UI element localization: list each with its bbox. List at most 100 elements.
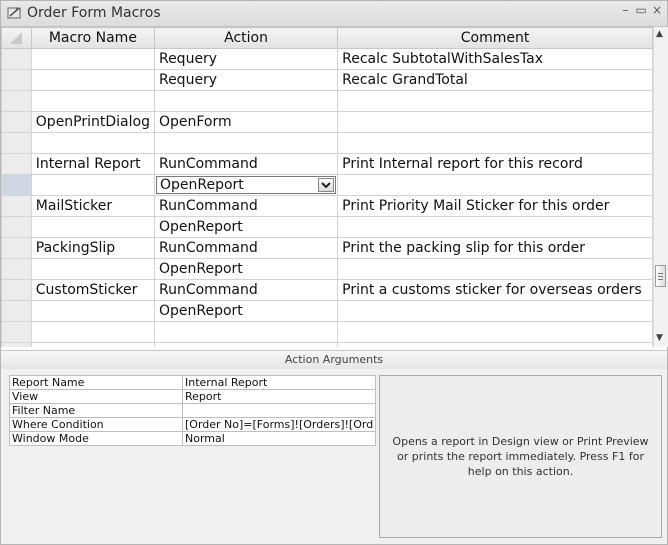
table-row: Internal Report RunCommand Print Interna… (1, 153, 653, 175)
argument-value-field[interactable] (181, 403, 377, 418)
argument-row: Where Condition [Order No]=[Forms]![Orde… (9, 417, 377, 432)
scroll-down-arrow-icon[interactable]: ▼ (656, 333, 663, 343)
table-row: OpenReport (1, 300, 653, 322)
macro-name-cell[interactable] (30, 342, 155, 347)
action-cell[interactable] (153, 321, 339, 343)
comment-cell[interactable]: Print the packing slip for this order (337, 237, 653, 259)
scroll-up-arrow-icon[interactable]: ▲ (656, 29, 663, 39)
row-selector[interactable] (1, 111, 32, 133)
action-cell[interactable]: RunCommand (153, 153, 339, 175)
argument-label: Window Mode (9, 431, 183, 446)
title-bar[interactable]: Order Form Macros – ▭ × (1, 1, 667, 27)
argument-value-field[interactable]: [Order No]=[Forms]![Orders]![Ord (181, 417, 377, 432)
action-cell[interactable]: RunCommand (153, 279, 339, 301)
macro-name-cell[interactable] (30, 258, 155, 280)
action-cell[interactable] (153, 342, 339, 347)
comment-cell[interactable] (337, 132, 653, 154)
action-cell[interactable] (153, 90, 339, 112)
table-row: OpenPrintDialog OpenForm (1, 111, 653, 133)
row-selector[interactable] (1, 216, 32, 238)
comment-cell[interactable]: Recalc GrandTotal (337, 69, 653, 91)
row-selector[interactable] (1, 279, 32, 301)
macro-table: Macro Name Action Comment Requery Recalc… (1, 27, 653, 347)
argument-value-field[interactable]: Normal (181, 431, 377, 446)
argument-label: Report Name (9, 375, 183, 390)
comment-cell[interactable]: Print a customs sticker for overseas ord… (337, 279, 653, 301)
action-cell[interactable]: OpenReport (153, 300, 339, 322)
macro-name-cell[interactable] (30, 300, 155, 322)
macro-name-cell[interactable]: CustomSticker (30, 279, 155, 301)
scrollbar-thumb[interactable] (655, 265, 666, 287)
action-dropdown[interactable]: OpenReport (155, 176, 337, 194)
dropdown-arrow-button[interactable] (318, 178, 335, 192)
table-row: MailSticker RunCommand Print Priority Ma… (1, 195, 653, 217)
action-cell[interactable] (153, 132, 339, 154)
argument-label: Where Condition (9, 417, 183, 432)
macro-name-cell[interactable] (30, 174, 155, 196)
comment-cell[interactable] (337, 300, 653, 322)
argument-row: Window Mode Normal (9, 431, 377, 446)
row-selector[interactable] (1, 342, 32, 347)
comment-cell[interactable] (337, 111, 653, 133)
select-all-corner[interactable] (1, 27, 32, 49)
comment-cell[interactable]: Recalc SubtotalWithSalesTax (337, 48, 653, 70)
row-selector[interactable] (1, 321, 32, 343)
current-row-selector[interactable] (1, 174, 32, 196)
argument-row: View Report (9, 389, 377, 404)
row-selector[interactable] (1, 69, 32, 91)
row-selector[interactable] (1, 300, 32, 322)
vertical-scrollbar[interactable]: ▲ ▼ (653, 27, 668, 347)
macro-name-cell[interactable]: MailSticker (30, 195, 155, 217)
table-row: CustomSticker RunCommand Print a customs… (1, 279, 653, 301)
row-selector[interactable] (1, 153, 32, 175)
row-selector[interactable] (1, 132, 32, 154)
comment-cell[interactable] (337, 258, 653, 280)
row-selector[interactable] (1, 195, 32, 217)
action-cell[interactable]: RunCommand (153, 237, 339, 259)
comment-cell[interactable] (337, 342, 653, 347)
macro-name-cell[interactable] (30, 216, 155, 238)
action-arguments-table: Report Name Internal Report View Report … (9, 375, 377, 446)
macro-name-cell[interactable] (30, 48, 155, 70)
comment-cell[interactable]: Print Internal report for this record (337, 153, 653, 175)
macro-name-cell[interactable] (30, 132, 155, 154)
macro-icon (7, 7, 21, 19)
row-selector[interactable] (1, 237, 32, 259)
action-cell[interactable]: OpenReport (153, 258, 339, 280)
column-header-action[interactable]: Action (153, 27, 339, 49)
column-header-comment[interactable]: Comment (337, 27, 653, 49)
macro-name-cell[interactable]: OpenPrintDialog (30, 111, 155, 133)
argument-label: View (9, 389, 183, 404)
action-cell[interactable]: OpenForm (153, 111, 339, 133)
comment-cell[interactable] (337, 321, 653, 343)
minimize-button[interactable]: – (619, 3, 631, 17)
macro-name-cell[interactable] (30, 90, 155, 112)
comment-cell[interactable]: Print Priority Mail Sticker for this ord… (337, 195, 653, 217)
argument-value-field[interactable]: Internal Report (181, 375, 377, 390)
column-header-macro-name[interactable]: Macro Name (30, 27, 155, 49)
chevron-down-icon (321, 181, 331, 188)
argument-row: Filter Name (9, 403, 377, 418)
action-cell[interactable]: RunCommand (153, 195, 339, 217)
action-cell-active[interactable]: OpenReport (153, 174, 339, 196)
table-row: Requery Recalc SubtotalWithSalesTax (1, 48, 653, 70)
macro-name-cell[interactable] (30, 69, 155, 91)
row-selector[interactable] (1, 90, 32, 112)
comment-cell[interactable] (337, 90, 653, 112)
comment-cell[interactable] (337, 174, 653, 196)
action-cell[interactable]: OpenReport (153, 216, 339, 238)
table-row (1, 321, 653, 343)
macro-name-cell[interactable]: Internal Report (30, 153, 155, 175)
row-selector[interactable] (1, 48, 32, 70)
row-selector[interactable] (1, 258, 32, 280)
table-row (1, 132, 653, 154)
macro-name-cell[interactable]: PackingSlip (30, 237, 155, 259)
restore-button[interactable]: ▭ (635, 3, 647, 17)
table-row (1, 342, 653, 347)
close-button[interactable]: × (651, 3, 663, 17)
action-cell[interactable]: Requery (153, 48, 339, 70)
argument-value-field[interactable]: Report (181, 389, 377, 404)
comment-cell[interactable] (337, 216, 653, 238)
macro-name-cell[interactable] (30, 321, 155, 343)
action-cell[interactable]: Requery (153, 69, 339, 91)
